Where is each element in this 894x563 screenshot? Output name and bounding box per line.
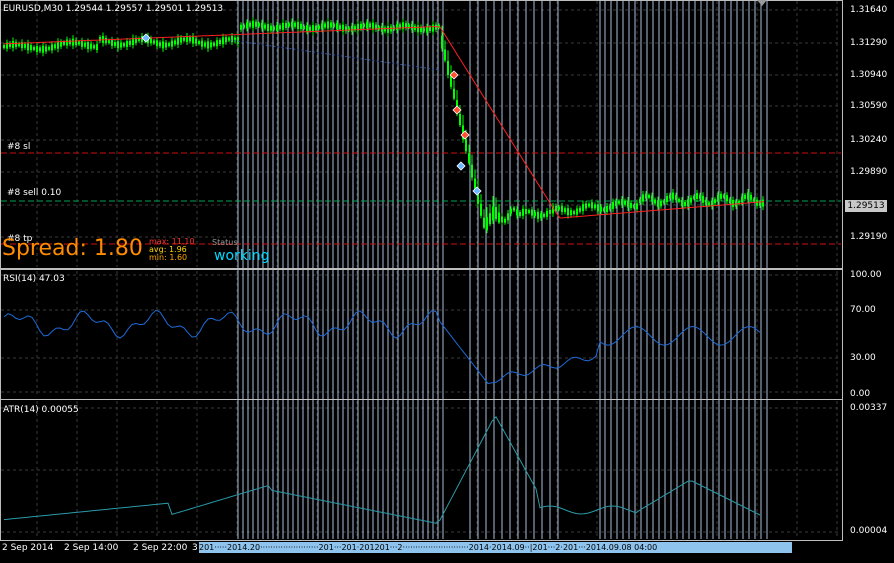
rsi-tick: 100.00 xyxy=(850,270,882,280)
price-tick: 1.30240 xyxy=(850,135,888,145)
chart-shift-icon[interactable] xyxy=(757,0,767,6)
time-tick: 3 xyxy=(192,543,198,553)
rsi-tick: 0.00 xyxy=(850,389,871,399)
status-label: Status xyxy=(212,238,238,247)
atr-tick: 0.00337 xyxy=(850,403,888,413)
stop-loss-label[interactable]: #8 sl xyxy=(7,142,30,152)
symbol-header: EURUSD,M30 1.29544 1.29557 1.29501 1.295… xyxy=(3,4,224,14)
main-chart-frame xyxy=(0,0,843,269)
price-tick: 1.31290 xyxy=(850,38,888,48)
price-tick: 1.30940 xyxy=(850,70,888,80)
price-tick: 1.29890 xyxy=(850,167,888,177)
rsi-frame xyxy=(0,269,843,400)
atr-tick: 0.00004 xyxy=(850,526,888,536)
price-tick: 1.29190 xyxy=(850,232,888,242)
rsi-header: RSI(14) 47.03 xyxy=(3,274,65,284)
sell-order-label[interactable]: #8 sell 0.10 xyxy=(7,188,61,198)
atr-axis: 0.00337 0.00004 xyxy=(844,400,894,540)
spread-stats: max: 11.10 avg: 1.96 min: 1.60 xyxy=(149,238,195,262)
current-price-label: 1.29513 xyxy=(845,200,887,212)
status-value: working xyxy=(214,248,270,264)
rsi-axis: 100.00 70.00 30.00 0.00 xyxy=(844,270,894,399)
atr-frame xyxy=(0,399,843,541)
price-tick: 1.31640 xyxy=(850,5,888,15)
time-crosshair-bar[interactable]: 201·····2014.20·······················20… xyxy=(199,542,792,553)
price-tick: 1.30590 xyxy=(850,101,888,111)
time-tick: 2 Sep 14:00 xyxy=(64,543,119,553)
rsi-tick: 70.00 xyxy=(850,305,876,315)
spread-min: min: 1.60 xyxy=(149,253,188,262)
spread-value: Spread: 1.80 xyxy=(2,236,143,261)
atr-header: ATR(14) 0.00055 xyxy=(3,405,79,415)
time-tick: 2 Sep 2014 xyxy=(2,543,54,553)
rsi-tick: 30.00 xyxy=(850,353,876,363)
time-tick: 2 Sep 22:00 xyxy=(133,543,188,553)
